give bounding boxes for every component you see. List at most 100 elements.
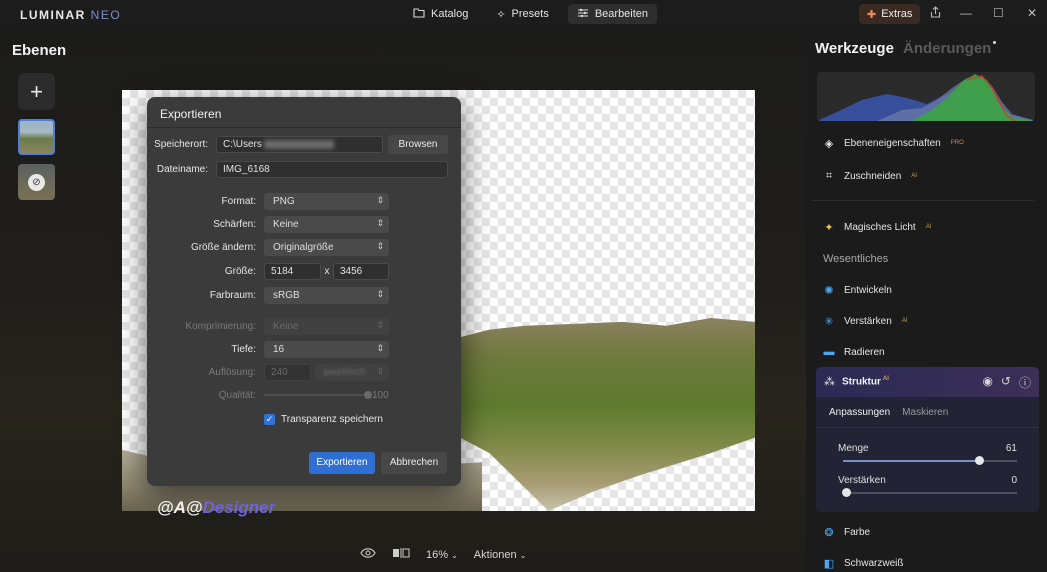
struktur-title: Struktur AI <box>842 376 889 388</box>
tool-ebeneneigenschaften[interactable]: ◈ Ebeneneigenschaften PRO <box>822 135 964 151</box>
section-wesentliches: Wesentliches <box>823 253 889 265</box>
struktur-header[interactable]: ⁂ Struktur AI ◉ ↺ ⓘ <box>816 367 1039 397</box>
struktur-panel: ⁂ Struktur AI ◉ ↺ ⓘ Anpassungen Maskieren… <box>816 367 1039 512</box>
eraser-icon: ▬ <box>823 346 835 358</box>
info-icon[interactable]: ⓘ <box>1019 374 1031 391</box>
verstaerken-slider-track[interactable] <box>843 492 1017 494</box>
color-icon: ❂ <box>824 526 834 539</box>
menge-value: 61 <box>1005 443 1017 454</box>
tool-verstaerken[interactable]: ✳ Verstärken AI <box>822 313 907 329</box>
schaerfen-select[interactable]: Keine ⇕ <box>264 216 389 233</box>
groesse-label: Größe: <box>224 266 256 277</box>
verstaerken-label: Verstärken <box>838 475 886 486</box>
transparenz-label: Transparenz speichern <box>281 414 383 425</box>
updown-icon: ⇕ <box>376 320 384 330</box>
minimize-icon[interactable]: — <box>960 6 972 20</box>
tool-entwickeln[interactable]: ✺ Entwickeln <box>822 282 891 298</box>
sliders-icon <box>577 8 589 21</box>
watermark: @A@Designer <box>157 498 276 517</box>
verstaerken-value: 0 <box>1011 475 1017 486</box>
tab-werkzeuge[interactable]: Werkzeuge <box>815 40 894 57</box>
compare-icon[interactable] <box>392 548 410 561</box>
tiefe-label: Tiefe: <box>231 344 256 355</box>
farbraum-label: Farbraum: <box>209 290 256 301</box>
chevron-down-icon: ⌄ <box>451 550 458 560</box>
qualitaet-slider-track <box>264 394 367 396</box>
visibility-eye-icon[interactable]: ◉ <box>982 374 992 391</box>
komprimierung-label: Komprimierung: <box>185 321 256 332</box>
tiefe-select[interactable]: 16 ⇕ <box>264 341 389 358</box>
schaerfen-label: Schärfen: <box>213 219 256 230</box>
top-bar: LUMINAR NEO Katalog ✧ Presets Bearbeiten… <box>0 0 1047 28</box>
eye-icon[interactable] <box>360 548 376 561</box>
farbraum-select[interactable]: sRGB ⇕ <box>264 287 389 304</box>
zoom-dropdown[interactable]: 16% ⌄ <box>426 549 458 561</box>
cancel-button[interactable]: Abbrechen <box>381 452 447 474</box>
speicherort-label: Speicherort: <box>154 139 208 150</box>
nav-katalog[interactable]: Katalog <box>404 4 477 24</box>
layers-icon: ◈ <box>824 137 834 150</box>
width-field[interactable]: 5184 <box>264 263 321 280</box>
format-select[interactable]: PNG ⇕ <box>264 193 389 210</box>
groesse-aendern-select[interactable]: Originalgröße ⇕ <box>264 239 389 256</box>
format-label: Format: <box>221 196 256 207</box>
updown-icon: ⇕ <box>376 366 384 376</box>
share-icon[interactable] <box>930 6 941 21</box>
sun-icon: ✺ <box>824 284 834 297</box>
maximize-icon[interactable]: ☐ <box>993 6 1004 20</box>
updown-icon: ⇕ <box>376 343 384 353</box>
aufloesung-unit-select: pixel/inch ⇕ <box>315 364 389 381</box>
qualitaet-slider-knob <box>364 391 372 399</box>
struktur-icon: ⁂ <box>824 376 835 388</box>
extras-button[interactable]: ✚ Extras <box>859 4 921 24</box>
updown-icon: ⇕ <box>376 241 384 251</box>
reset-icon[interactable]: ↺ <box>1001 374 1011 391</box>
add-layer-button[interactable]: + <box>18 73 55 110</box>
hidden-eye-icon: ⊘ <box>28 174 45 191</box>
struktur-actions: ◉ ↺ ⓘ <box>982 374 1031 391</box>
updown-icon: ⇕ <box>376 289 384 299</box>
tool-schwarzweiss[interactable]: ◧ Schwarzweiß <box>822 555 904 571</box>
export-button[interactable]: Exportieren <box>309 452 375 474</box>
tool-radieren[interactable]: ▬ Radieren <box>822 344 885 360</box>
tab-maskieren[interactable]: Maskieren <box>902 407 948 418</box>
komprimierung-select: Keine ⇕ <box>264 318 389 335</box>
tool-farbe[interactable]: ❂ Farbe <box>822 524 870 540</box>
nav-bearbeiten[interactable]: Bearbeiten <box>567 4 658 24</box>
menge-slider-knob[interactable] <box>974 456 984 465</box>
layers-title: Ebenen <box>12 42 67 59</box>
browse-button[interactable]: Browsen <box>388 135 448 154</box>
close-icon[interactable]: ✕ <box>1027 6 1037 20</box>
dialog-title: Exportieren <box>160 107 222 121</box>
main-nav: Katalog ✧ Presets Bearbeiten <box>404 4 658 24</box>
tool-magisches-licht[interactable]: ✦ Magisches Licht AI <box>822 219 931 235</box>
divider <box>816 427 1039 428</box>
layer-thumbnail-1[interactable] <box>18 119 55 155</box>
tab-aenderungen[interactable]: Änderungen <box>903 40 991 57</box>
chevron-down-icon: ⌄ <box>519 550 527 560</box>
actions-dropdown[interactable]: Aktionen ⌄ <box>474 549 527 561</box>
layer-thumbnail-2[interactable]: ⊘ <box>18 164 55 200</box>
extras-icon: ✚ <box>867 8 877 21</box>
folder-icon <box>413 7 425 21</box>
updown-icon: ⇕ <box>376 195 384 205</box>
tab-anpassungen[interactable]: Anpassungen <box>829 407 890 418</box>
verstaerken-slider-knob[interactable] <box>842 488 851 497</box>
sparkle-icon: ✧ <box>496 8 506 21</box>
grass-cutout <box>460 318 755 511</box>
updown-icon: ⇕ <box>376 218 384 228</box>
transparenz-checkbox[interactable]: ✓ <box>264 414 275 425</box>
tool-zuschneiden[interactable]: ⌗ Zuschneiden AI <box>822 168 917 184</box>
enhance-icon: ✳ <box>824 315 834 328</box>
canvas-toolbar: 16% ⌄ Aktionen ⌄ <box>360 548 526 561</box>
menge-slider-fill <box>843 460 979 462</box>
nav-presets[interactable]: ✧ Presets <box>487 4 558 24</box>
speicherort-field[interactable]: C:\Users <box>216 136 383 153</box>
aufloesung-field: 240 <box>264 364 311 381</box>
dateiname-field[interactable]: IMG_6168 <box>216 161 448 178</box>
changes-indicator <box>993 41 996 44</box>
qualitaet-label: Qualität: <box>218 390 256 401</box>
times-sign: x <box>324 266 330 277</box>
height-field[interactable]: 3456 <box>333 263 389 280</box>
app-logo: LUMINAR NEO <box>20 8 122 22</box>
